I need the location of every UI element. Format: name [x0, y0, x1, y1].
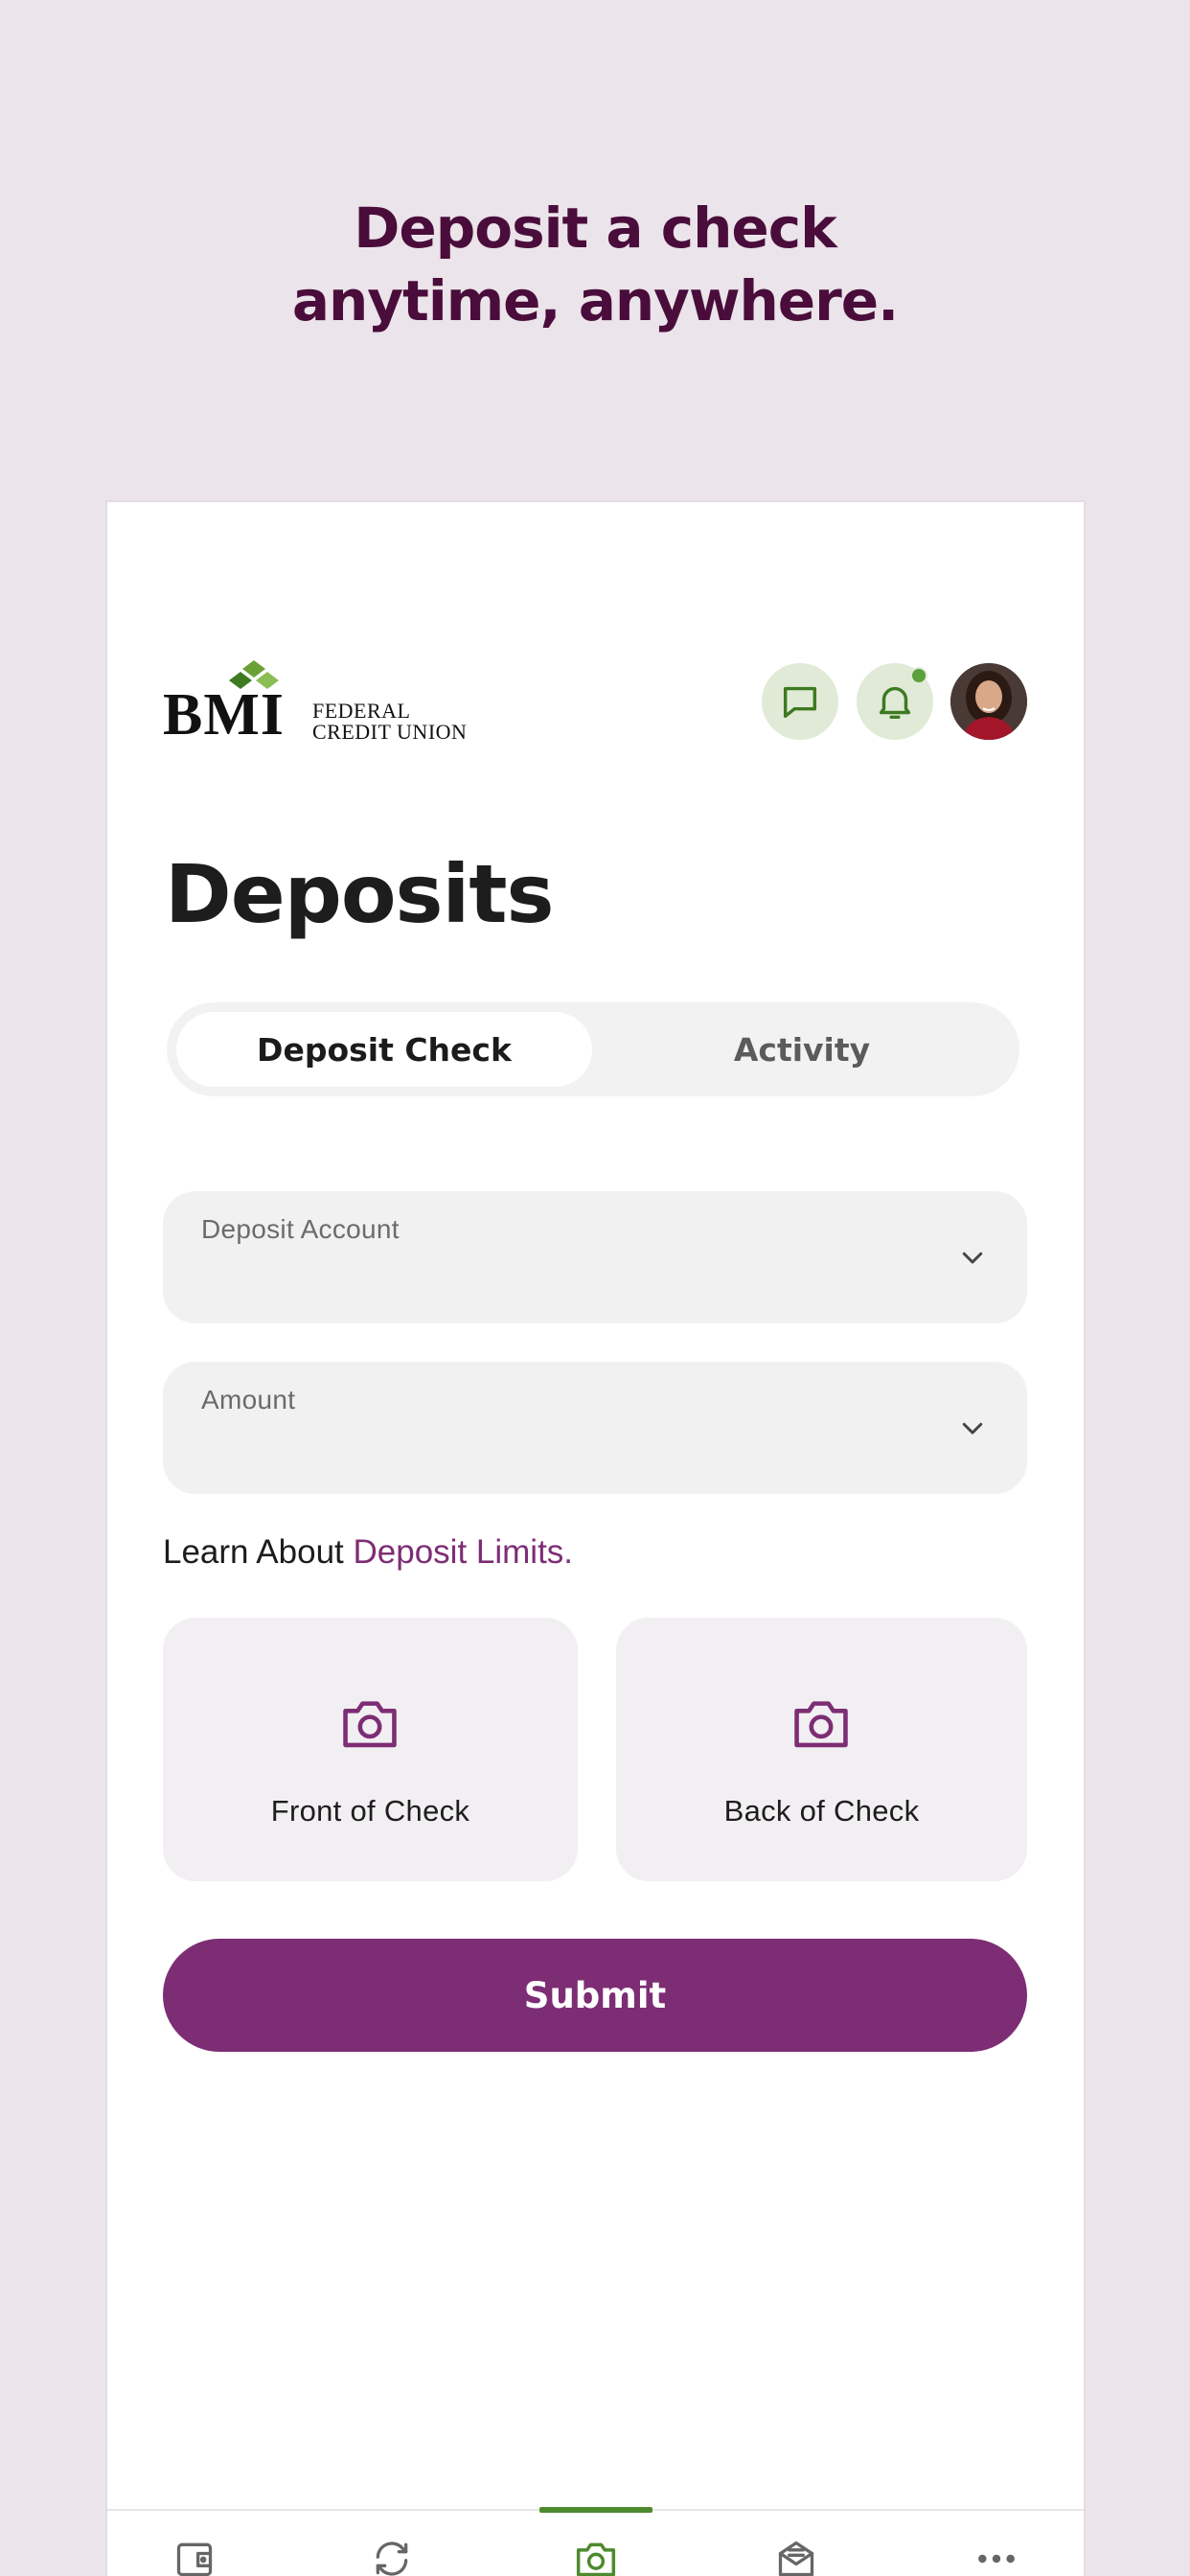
more-icon[interactable] [975, 2538, 1018, 2576]
logo-text: BMI [163, 682, 285, 748]
logo-sub-line-2: CREDIT UNION [312, 720, 468, 744]
tab-activity[interactable]: Activity [594, 1012, 1010, 1087]
statements-icon[interactable] [775, 2538, 817, 2576]
amount-label: Amount [201, 1385, 296, 1414]
camera-icon[interactable] [575, 2538, 617, 2576]
wallet-icon[interactable] [173, 2538, 216, 2576]
deposit-account-label: Deposit Account [201, 1214, 400, 1244]
chevron-down-icon [962, 1252, 983, 1264]
deposit-limits-text: Learn About Deposit Limits. [163, 1533, 573, 1572]
submit-button[interactable]: Submit [163, 1939, 1027, 2052]
headline-line-2: anytime, anywhere. [291, 268, 899, 334]
front-of-check-label: Front of Check [270, 1794, 470, 1828]
back-of-check-button[interactable]: Back of Check [616, 1618, 1027, 1881]
bell-icon [879, 686, 911, 720]
camera-icon [343, 1701, 397, 1748]
deposit-account-select[interactable]: Deposit Account [163, 1191, 1027, 1323]
amount-field[interactable]: Amount [163, 1362, 1027, 1494]
avatar[interactable] [950, 663, 1027, 740]
tab-deposit-check[interactable]: Deposit Check [176, 1012, 592, 1087]
page-title: Deposits [165, 847, 554, 941]
tab-bar-indicator [539, 2507, 652, 2513]
back-of-check-label: Back of Check [723, 1794, 920, 1828]
notification-dot [910, 667, 927, 684]
headline-line-1: Deposit a check [354, 196, 836, 261]
app-screen: BMI FEDERAL CREDIT UNION Deposits Deposi… [107, 502, 1084, 2576]
learn-prefix: Learn About [163, 1533, 354, 1571]
bmi-logo: BMI FEDERAL CREDIT UNION [163, 660, 469, 766]
profile-photo-icon [950, 663, 1027, 740]
deposit-limits-link[interactable]: Deposit Limits. [354, 1533, 574, 1571]
deposit-tabs: Deposit Check Activity [167, 1002, 1019, 1096]
chat-button[interactable] [762, 663, 838, 740]
marketing-headline: Deposit a check anytime, anywhere. [0, 192, 1190, 337]
chat-icon [783, 686, 817, 719]
chevron-down-icon [962, 1422, 983, 1435]
camera-icon [794, 1701, 848, 1748]
front-of-check-button[interactable]: Front of Check [163, 1618, 578, 1881]
notifications-button[interactable] [857, 663, 933, 740]
transfer-icon[interactable] [371, 2538, 413, 2576]
